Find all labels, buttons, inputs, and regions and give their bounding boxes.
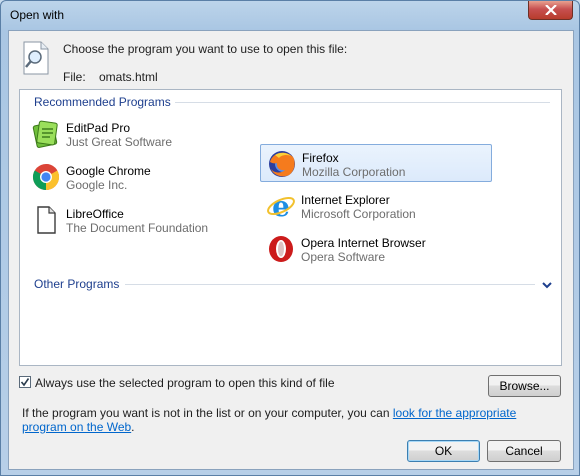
program-name: EditPad Pro [66,121,131,135]
recommended-programs-header[interactable]: Recommended Programs [34,95,171,109]
browse-button[interactable]: Browse... [488,375,561,397]
program-item-libreoffice[interactable]: LibreOffice The Document Foundation [25,201,257,239]
libreoffice-icon [37,206,56,234]
firefox-icon [269,151,295,177]
dialog-body: Choose the program you want to use to op… [8,30,574,470]
program-vendor: The Document Foundation [66,221,209,235]
program-list[interactable]: Recommended Programs EditPad Pro Just Gr… [19,89,562,366]
chrome-icon [32,163,60,191]
group-divider [125,284,535,285]
title-bar[interactable]: Open with [1,1,579,29]
open-with-dialog: Open with Choose the program you want to… [0,0,580,476]
opera-icon [269,236,293,262]
file-name: omats.html [99,70,158,84]
program-name: Opera Internet Browser [301,236,426,250]
program-vendor: Google Inc. [66,178,128,192]
always-use-label[interactable]: Always use the selected program to open … [35,376,335,390]
program-name: Firefox [302,151,339,165]
checkmark-icon [20,378,30,387]
file-label: File: [63,70,86,84]
ok-button[interactable]: OK [407,440,480,462]
program-item-internet-explorer[interactable]: e Internet Explorer Microsoft Corporatio… [260,187,492,225]
info-text: If the program you want is not in the li… [22,406,562,434]
program-name: LibreOffice [66,207,124,221]
program-item-opera[interactable]: Opera Internet Browser Opera Software [260,230,492,268]
close-icon [545,5,557,15]
program-item-firefox[interactable]: Firefox Mozilla Corporation [260,144,492,182]
cancel-button[interactable]: Cancel [487,440,561,462]
info-end: . [131,420,135,434]
info-message: If the program you want is not in the li… [22,406,393,420]
program-item-editpad-pro[interactable]: EditPad Pro Just Great Software [25,115,257,153]
chevron-down-icon[interactable] [542,282,552,290]
window-title: Open with [10,8,65,22]
file-search-icon [23,41,49,75]
program-vendor: Microsoft Corporation [301,207,416,221]
program-item-google-chrome[interactable]: Google Chrome Google Inc. [25,158,257,196]
program-name: Internet Explorer [301,193,390,207]
program-vendor: Opera Software [301,250,386,264]
editpad-icon [32,120,58,148]
program-vendor: Just Great Software [66,135,173,149]
svg-text:e: e [272,191,290,221]
close-button[interactable] [528,1,573,20]
prompt-text: Choose the program you want to use to op… [63,42,348,56]
program-name: Google Chrome [66,164,151,178]
group-divider [175,102,550,103]
internet-explorer-icon: e [267,191,295,221]
program-vendor: Mozilla Corporation [302,165,406,179]
always-use-checkbox[interactable] [19,376,31,388]
other-programs-header[interactable]: Other Programs [34,277,119,291]
